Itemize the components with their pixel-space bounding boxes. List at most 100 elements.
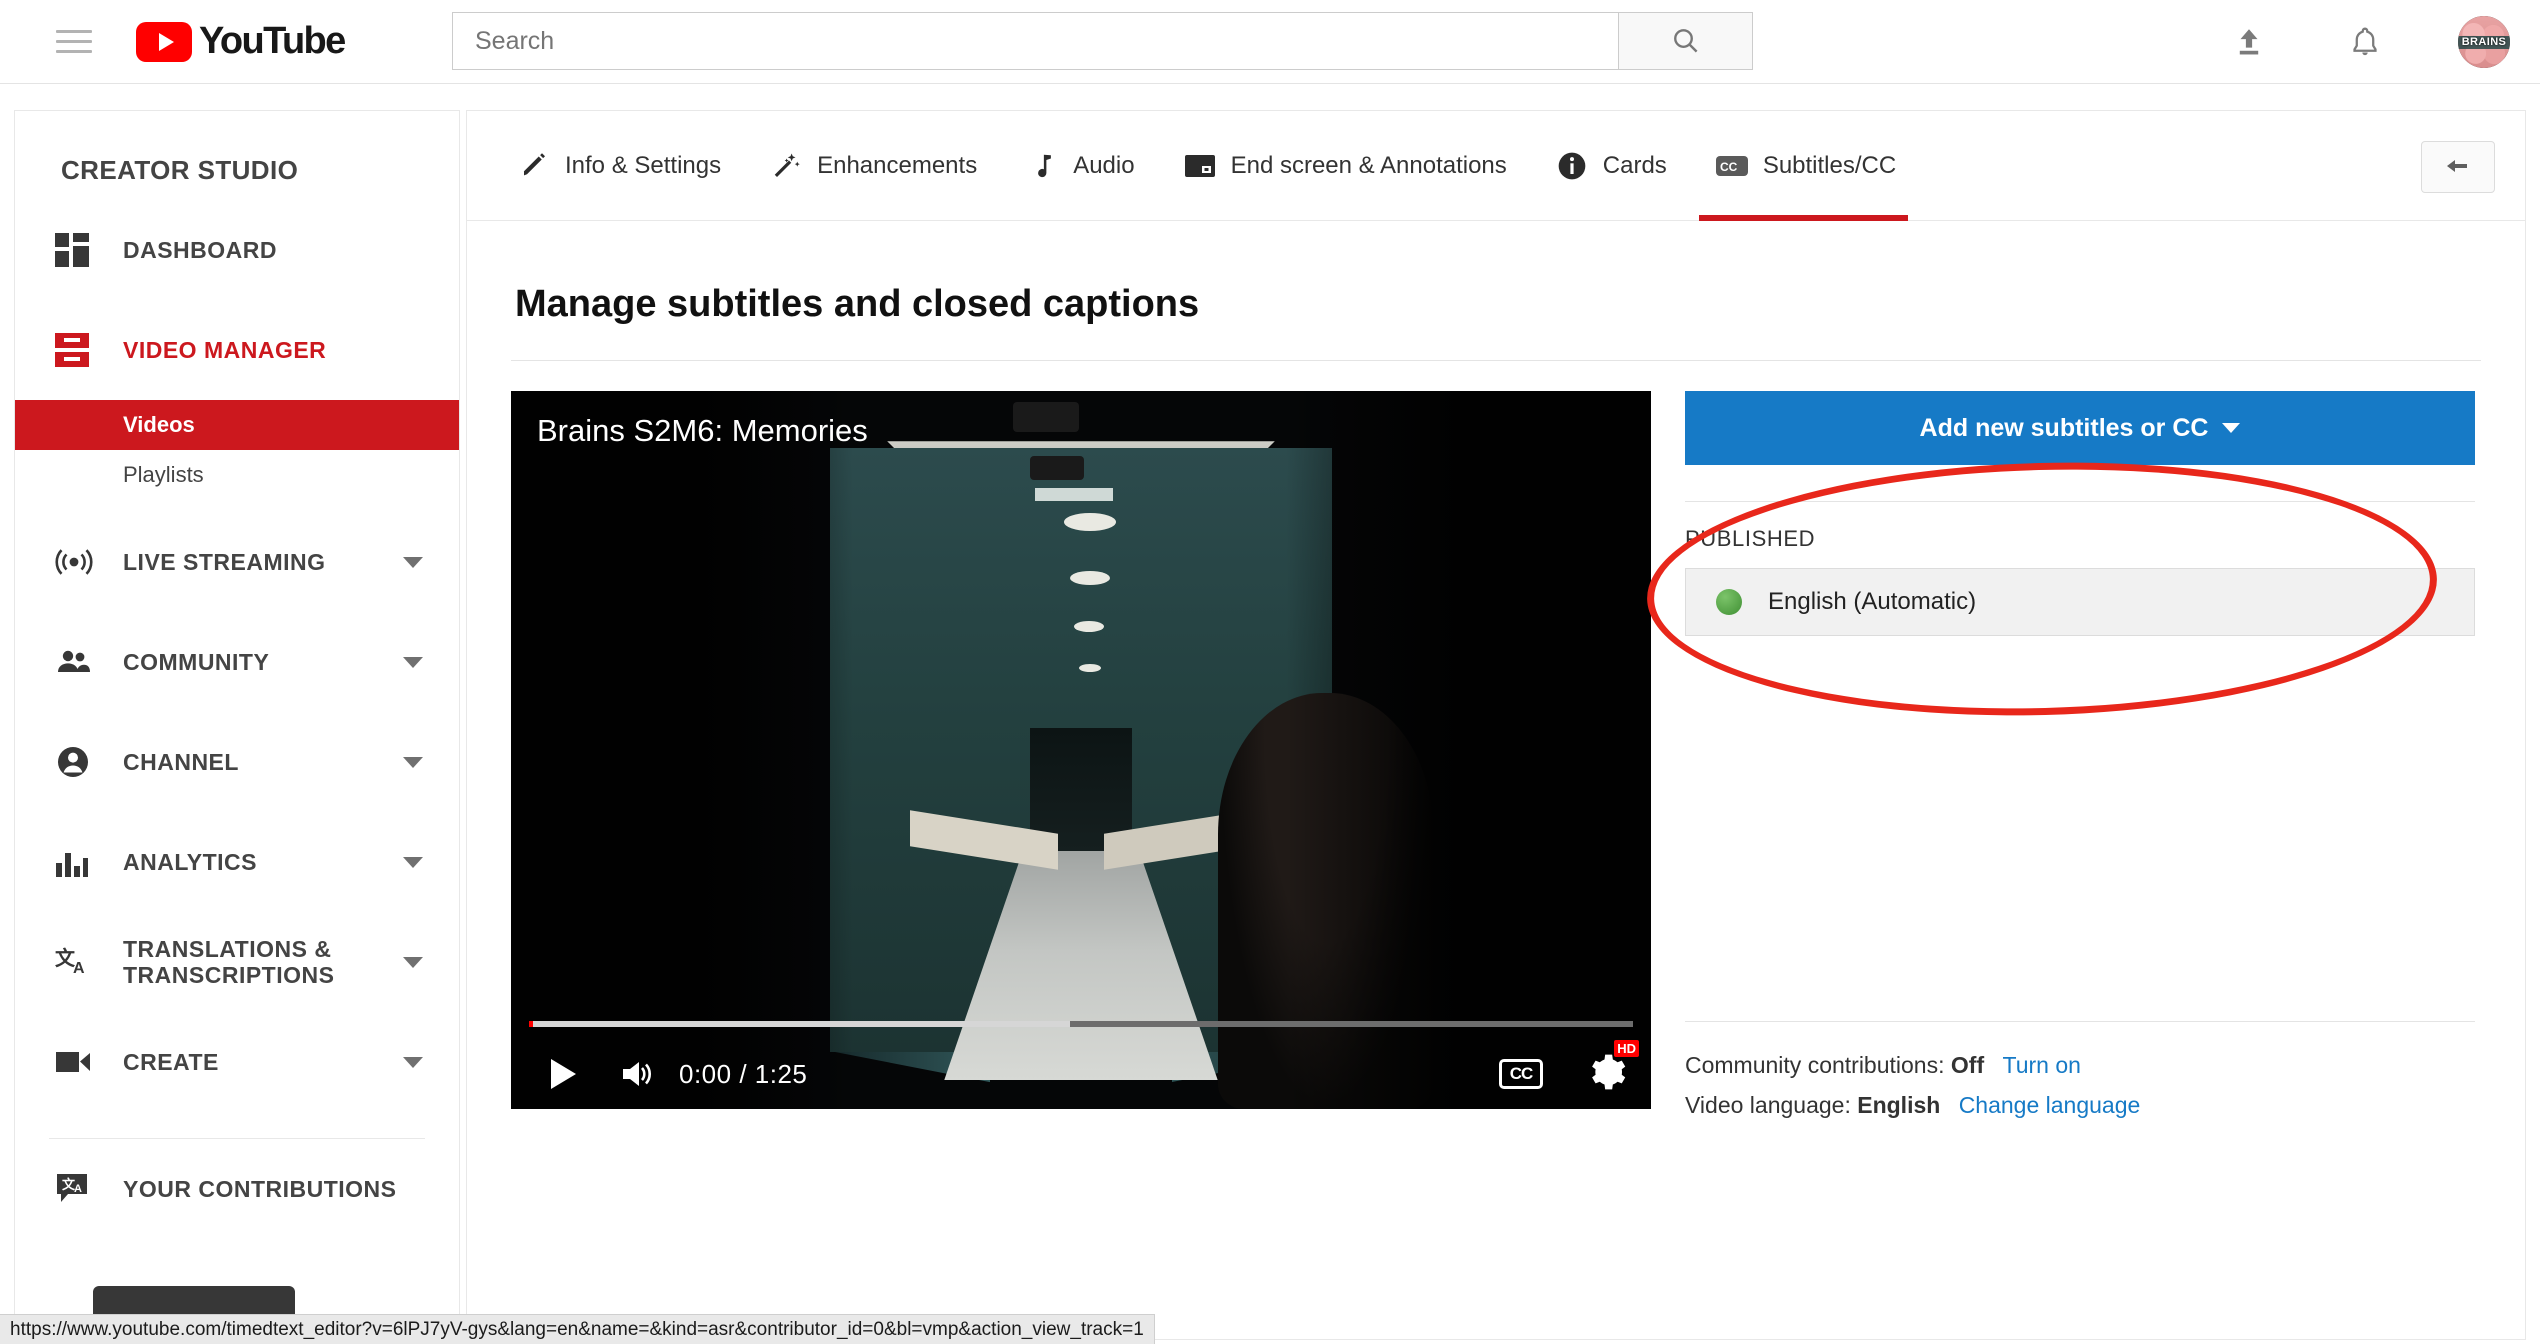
sidebar-subitem-label: Videos (123, 412, 195, 437)
search-button[interactable] (1619, 12, 1753, 70)
add-new-subtitles-button[interactable]: Add new subtitles or CC (1685, 391, 2475, 465)
video-player[interactable]: Brains S2M6: Memories 0:00 / 1:25 CC HD (511, 391, 1651, 1109)
panel-divider-bottom (1685, 1021, 2475, 1022)
back-arrow-icon (2447, 160, 2467, 172)
live-streaming-icon (55, 547, 111, 577)
tab-label: End screen & Annotations (1230, 151, 1507, 179)
search-input-wrapper[interactable] (452, 12, 1619, 70)
browser-status-bar: https://www.youtube.com/timedtext_editor… (0, 1314, 1155, 1344)
sidebar-subitem-label: Playlists (123, 462, 204, 487)
header-actions: BRAINS (2226, 0, 2510, 84)
avatar[interactable]: BRAINS (2458, 16, 2510, 68)
sidebar-item-label: ANALYTICS (123, 848, 257, 875)
subtitle-track-name: English (Automatic) (1768, 588, 1977, 615)
sidebar-item-your-contributions[interactable]: 文 A YOUR CONTRIBUTIONS (15, 1139, 459, 1239)
subtitle-track-row[interactable]: English (Automatic) (1685, 568, 2475, 636)
bell-icon (2353, 27, 2377, 56)
video-language-row: Video language: English Change language (1685, 1086, 2140, 1126)
published-section-label: PUBLISHED (1685, 526, 1816, 551)
avatar-label: BRAINS (2461, 36, 2507, 48)
tab-bar: Info & Settings Enhancements Audio End s… (467, 111, 2525, 221)
search-icon (1673, 29, 1697, 53)
sidebar-item-translations[interactable]: 文 A TRANSLATIONS & TRANSCRIPTIONS (15, 912, 459, 1012)
notifications-button[interactable] (2342, 19, 2388, 65)
translate-icon: 文 A (55, 945, 111, 979)
chevron-down-icon (403, 756, 423, 768)
closed-caption-icon: CC (1711, 154, 1753, 178)
chevron-down-icon (403, 856, 423, 868)
tab-audio[interactable]: Audio (999, 111, 1156, 221)
volume-button[interactable] (609, 1046, 665, 1102)
chevron-down-icon (403, 656, 423, 668)
content-area: Brains S2M6: Memories 0:00 / 1:25 CC HD … (467, 361, 2525, 1118)
chevron-down-icon (403, 1056, 423, 1068)
tab-end-screen-and-annotations[interactable]: End screen & Annotations (1157, 111, 1529, 221)
time-display: 0:00 / 1:25 (679, 1058, 808, 1089)
status-bar-url: https://www.youtube.com/timedtext_editor… (10, 1318, 1144, 1340)
sidebar-item-video-manager[interactable]: VIDEO MANAGER (15, 300, 459, 400)
video-camera-icon (55, 1048, 111, 1076)
cc-toggle-button[interactable]: CC (1499, 1059, 1543, 1089)
play-button[interactable] (535, 1046, 591, 1102)
translate-bubble-icon: 文 A (55, 1172, 111, 1206)
search-bar (452, 12, 1753, 70)
dashboard-icon (55, 233, 111, 267)
youtube-logo[interactable]: YouTube (136, 20, 346, 63)
music-note-icon (1021, 151, 1063, 181)
youtube-wordmark: YouTube (199, 20, 346, 62)
hamburger-menu-icon[interactable] (56, 28, 92, 56)
sidebar-item-channel[interactable]: CHANNEL (15, 712, 459, 812)
youtube-creator-studio-page: YouTube Search BRAINS CREATOR STUDIO DAS… (0, 0, 2540, 1344)
person-circle-icon (55, 744, 111, 780)
sidebar-item-label: CHANNEL (123, 748, 239, 775)
turn-on-link[interactable]: Turn on (2003, 1052, 2081, 1078)
sidebar-item-label: LIVE STREAMING (123, 548, 326, 575)
sidebar-item-analytics[interactable]: ANALYTICS (15, 812, 459, 912)
community-contributions-row: Community contributions: Off Turn on (1685, 1046, 2140, 1086)
upload-icon (2239, 29, 2259, 55)
people-icon (55, 647, 111, 677)
quality-badge: HD (1614, 1039, 1639, 1057)
progress-bar[interactable] (529, 1021, 1633, 1027)
svg-text:CC: CC (1720, 160, 1738, 174)
gear-icon (1592, 1054, 1626, 1089)
sidebar-item-community[interactable]: COMMUNITY (15, 612, 459, 712)
svg-text:A: A (74, 1183, 82, 1195)
svg-text:A: A (73, 960, 85, 977)
chevron-down-icon (2222, 423, 2241, 433)
tab-label: Subtitles/CC (1762, 151, 1897, 179)
search-input[interactable] (475, 26, 1618, 56)
masthead: YouTube Search BRAINS (0, 0, 2540, 84)
sidebar-item-live-streaming[interactable]: LIVE STREAMING (15, 512, 459, 612)
tab-subtitles-cc[interactable]: CC Subtitles/CC (1689, 111, 1918, 221)
sidebar-item-label: YOUR CONTRIBUTIONS (123, 1175, 397, 1202)
subtitles-panel: Add new subtitles or CC PUBLISHED Englis… (1643, 391, 2475, 1118)
sidebar: CREATOR STUDIO DASHBOARD VIDEO MANAGER V… (14, 110, 460, 1326)
volume-icon (623, 1062, 651, 1086)
sidebar-subitem-playlists[interactable]: Playlists (15, 450, 459, 500)
sidebar-item-label: DASHBOARD (123, 236, 277, 263)
back-button[interactable] (2421, 141, 2495, 193)
tab-info-and-settings[interactable]: Info & Settings (491, 111, 743, 221)
sidebar-item-label: COMMUNITY (123, 648, 270, 675)
sidebar-subitem-videos[interactable]: Videos (15, 400, 459, 450)
change-language-link[interactable]: Change language (1959, 1092, 2141, 1118)
video-manager-icon (55, 333, 111, 367)
upload-button[interactable] (2226, 19, 2272, 65)
tab-enhancements[interactable]: Enhancements (743, 111, 999, 221)
tab-label: Audio (1073, 151, 1135, 179)
pencil-icon (513, 151, 555, 181)
community-contributions-label: Community contributions: (1685, 1052, 1945, 1078)
sidebar-item-create[interactable]: CREATE (15, 1012, 459, 1112)
sidebar-item-dashboard[interactable]: DASHBOARD (15, 200, 459, 300)
chevron-down-icon (403, 956, 423, 968)
tab-cards[interactable]: Cards (1529, 111, 1689, 221)
sidebar-item-label: TRANSLATIONS & TRANSCRIPTIONS (123, 935, 335, 988)
tab-label: Enhancements (817, 151, 978, 179)
sidebar-item-label: VIDEO MANAGER (123, 336, 327, 363)
chevron-down-icon (403, 556, 423, 568)
community-contributions-value: Off (1950, 1052, 1985, 1078)
video-title-overlay: Brains S2M6: Memories (537, 413, 868, 448)
settings-button[interactable]: HD (1587, 1039, 1639, 1097)
end-screen-icon (1179, 153, 1221, 179)
